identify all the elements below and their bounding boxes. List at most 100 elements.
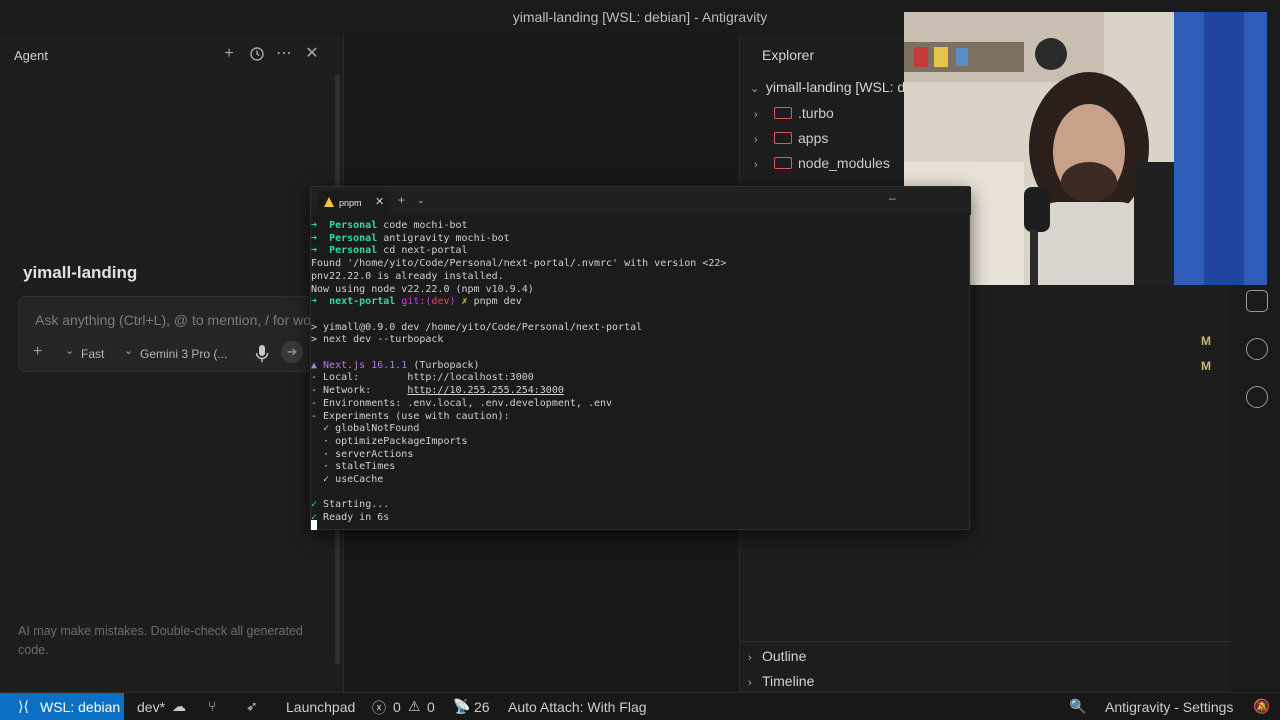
terminal-text: - Network:	[311, 385, 408, 397]
folder-icon	[774, 132, 792, 144]
minimize-icon[interactable]: –	[889, 191, 896, 205]
terminal-text: · optimizePackageImports	[311, 435, 468, 447]
extensions-icon[interactable]	[1246, 290, 1268, 312]
auto-attach-label[interactable]: Auto Attach: With Flag	[508, 699, 647, 715]
terminal-text: Now using node v22.22.0 (npm v10.9.4)	[311, 283, 534, 295]
terminal-tab[interactable]: pnpm ✕	[317, 191, 391, 215]
terminal-line: ▲ Next.js 16.1.1 (Turbopack)	[311, 359, 480, 372]
tree-item-node-modules[interactable]: › node_modules	[754, 155, 890, 171]
tree-item-turbo[interactable]: › .turbo	[754, 105, 834, 121]
notifications-off-icon[interactable]: 🔕	[1253, 698, 1270, 715]
modified-marker: M	[1201, 359, 1211, 373]
divider	[740, 641, 1232, 642]
error-count[interactable]: 0	[393, 699, 401, 715]
terminal-line: · staleTimes	[311, 460, 395, 473]
terminal-text: dev	[431, 296, 450, 308]
terminal-line: ✓ Ready in 6s	[311, 511, 389, 524]
terminal-text: ➜	[311, 232, 330, 244]
git-graph-icon[interactable]: ⑂	[208, 698, 216, 714]
terminal-text: ✓ useCache	[311, 474, 384, 485]
terminal-text: · serverActions	[311, 448, 414, 460]
settings-label[interactable]: Antigravity - Settings	[1105, 699, 1233, 715]
tree-item-apps[interactable]: › apps	[754, 130, 828, 146]
terminal-text: Personal	[329, 220, 378, 231]
launchpad-label[interactable]: Launchpad	[286, 699, 355, 715]
chevron-down-icon[interactable]: ⌄	[65, 344, 74, 357]
terminal-line: > next dev --turbopack	[311, 333, 443, 346]
terminal-text: Personal	[329, 232, 378, 244]
terminal-text: cd next-portal	[377, 245, 468, 257]
terminal-line: ➜ Personal antigravity mochi-bot	[311, 232, 510, 245]
add-context-icon[interactable]: +	[33, 343, 42, 361]
terminal-text: git:(	[395, 296, 432, 308]
tree-item-label: node_modules	[798, 155, 890, 171]
warning-count[interactable]: 0	[427, 699, 435, 715]
branch-label[interactable]: dev*	[137, 699, 165, 715]
send-icon[interactable]: ➜	[281, 341, 303, 363]
terminal-text: ✓ globalNotFound	[311, 423, 420, 435]
sync-icon[interactable]: ☁	[172, 698, 186, 715]
terminal-text: - Local: http://localhost:3000	[311, 372, 534, 384]
zoom-icon[interactable]: 🔍	[1069, 698, 1086, 715]
new-terminal-icon[interactable]: +	[398, 193, 405, 207]
chevron-down-icon[interactable]: ⌄	[124, 344, 133, 357]
rocket-icon[interactable]: ➶	[246, 698, 258, 715]
terminal-text: ✗	[455, 296, 474, 308]
new-conversation-icon[interactable]: +	[219, 44, 239, 64]
terminal-text: ✓	[311, 499, 324, 511]
terminal-line: · serverActions	[311, 448, 413, 461]
terminal-text: antigravity mochi-bot	[377, 232, 510, 244]
terminal-text: next-portal	[329, 296, 396, 308]
terminal-line: ➜ Personal code mochi-bot	[311, 219, 468, 232]
status-bar: ⟩⟨ WSL: debian dev* ☁ ⑂ ➶ Launchpad ⓧ 0 …	[0, 692, 1280, 720]
terminal-line: Now using node v22.22.0 (npm v10.9.4)	[311, 283, 534, 296]
chevron-right-icon: ›	[754, 109, 758, 121]
terminal-line: pnv22.22.0 is already installed.	[311, 270, 504, 283]
outline-section[interactable]: › Outline	[748, 648, 806, 664]
terminal-line: ➜ Personal cd next-portal	[311, 244, 468, 257]
history-icon[interactable]	[247, 44, 267, 64]
terminal-tab-label: pnpm	[339, 198, 362, 208]
folder-icon	[774, 157, 792, 169]
terminal-line: ✓ useCache	[311, 473, 383, 486]
terminal-line: ✓ Starting...	[311, 498, 389, 511]
warning-icon[interactable]: ⚠	[408, 698, 421, 715]
timeline-section[interactable]: › Timeline	[748, 673, 814, 689]
chevron-right-icon: ›	[754, 134, 758, 146]
terminal-text: - Experiments (use with caution):	[311, 410, 510, 422]
error-icon[interactable]: ⓧ	[372, 698, 386, 718]
ports-icon[interactable]: 📡	[453, 698, 470, 715]
explorer-title: Explorer	[762, 47, 815, 63]
terminal-text: Ready in 6s	[323, 512, 390, 524]
terminal-text: > yimall@0.9.0 dev /home/yito/Code/Perso…	[311, 321, 643, 333]
chevron-down-icon: ⌄	[750, 83, 760, 95]
warning-icon	[324, 197, 334, 207]
terminal-text: > next dev --turbopack	[311, 334, 444, 346]
tree-item-label: .turbo	[798, 105, 834, 121]
terminal-line: ➜ next-portal git:(dev) ✗ pnpm dev	[311, 295, 522, 308]
terminal-line: - Network: http://10.255.255.254:3000	[311, 384, 564, 397]
ports-count[interactable]: 26	[474, 699, 490, 715]
ai-disclaimer: AI may make mistakes. Double-check all g…	[18, 624, 303, 657]
tree-item-label: apps	[798, 130, 829, 146]
chevron-down-icon[interactable]: ⌄	[417, 195, 425, 206]
run-debug-icon[interactable]	[1246, 386, 1268, 408]
more-options-icon[interactable]: ⋯	[274, 44, 294, 64]
terminal-text: ➜	[311, 296, 330, 308]
timeline-label: Timeline	[762, 673, 815, 689]
model-selector[interactable]: Gemini 3 Pro (...	[140, 347, 227, 361]
folder-icon	[774, 107, 792, 119]
close-icon[interactable]: ✕	[375, 195, 384, 208]
agent-input-box[interactable]: Ask anything (Ctrl+L), @ to mention, / f…	[18, 296, 314, 372]
agent-input-placeholder[interactable]: Ask anything (Ctrl+L), @ to mention, / f…	[35, 312, 313, 328]
remote-icon: ⟩⟨	[18, 698, 29, 714]
terminal-line: - Environments: .env.local, .env.develop…	[311, 397, 612, 410]
terminal-text: code mochi-bot	[377, 220, 468, 231]
source-control-icon[interactable]	[1246, 338, 1268, 360]
remote-indicator[interactable]: ⟩⟨ WSL: debian	[0, 693, 124, 720]
mode-selector[interactable]: Fast	[81, 347, 104, 361]
terminal-text: http://10.255.255.254:3000	[407, 385, 564, 397]
microphone-icon[interactable]	[255, 344, 269, 364]
close-icon[interactable]: ✕	[302, 44, 322, 64]
terminal-panel[interactable]: pnpm ✕ + ⌄ – ➜ Personal code mochi-bot ➜ …	[310, 186, 971, 530]
